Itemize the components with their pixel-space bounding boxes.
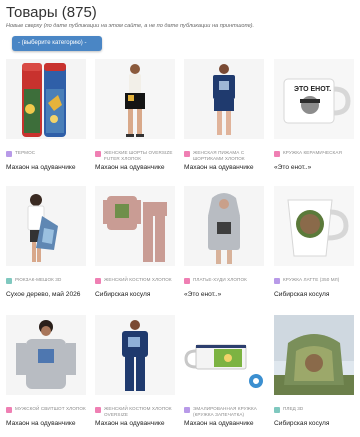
page-title: Товары (875): [6, 4, 97, 21]
product-tag: ПЛАТЬЕ-ХУДИ ХЛОПОК: [184, 277, 264, 290]
product-tag: ТЕРМОС: [6, 150, 86, 163]
category-icon: [95, 277, 101, 284]
product-tag: ЖЕНСКИЙ КОСТЮМ ХЛОПОК OVERSIZE: [95, 406, 175, 419]
latte-mug-image[interactable]: [274, 186, 354, 266]
product-card[interactable]: ЖЕНСКИЕ ШОРТЫ OVERSIZE FUTER ХЛОПОК Маха…: [95, 59, 175, 171]
product-name[interactable]: Махаон на одуванчике: [184, 420, 264, 427]
product-card[interactable]: ЭМАЛИРОВАННАЯ КРУЖКА (КРУЖКА ЗАПЕЧАТКА) …: [184, 315, 264, 427]
product-card[interactable]: МУЖСКОЙ СВИТШОТ ХЛОПОК Махаон на одуванч…: [6, 315, 86, 427]
sweatshirt-image[interactable]: [6, 315, 86, 395]
product-card[interactable]: КРУЖКА ЛАТТЕ (350 МЛ) Сибирская косуля: [274, 186, 354, 298]
product-card[interactable]: ПЛЕД 3D Сибирская косуля: [274, 315, 354, 427]
product-card[interactable]: ЖЕНСКИЙ КОСТЮМ ХЛОПОК OVERSIZE Махаон на…: [95, 315, 175, 427]
category-icon: [274, 150, 280, 157]
thermos-image[interactable]: [6, 59, 86, 139]
blanket-image[interactable]: [274, 315, 354, 395]
category-icon: [184, 406, 190, 413]
product-tag: КРУЖКА КЕРАМИЧЕСКАЯ: [274, 150, 354, 163]
product-name[interactable]: «Это енот..»: [274, 164, 354, 171]
enamel-mug-image[interactable]: [184, 315, 264, 395]
category-icon: [274, 406, 280, 413]
oversize-suit-image[interactable]: [95, 315, 175, 395]
product-name[interactable]: Махаон на одуванчике: [184, 164, 264, 171]
product-card[interactable]: ЖЕНСКАЯ ПИЖАМА С ШОРТИКАМИ ХЛОПОК Махаон…: [184, 59, 264, 171]
product-tag: КРУЖКА ЛАТТЕ (350 МЛ): [274, 277, 354, 290]
mug-image[interactable]: ЭТО ЕНОТ.: [274, 59, 354, 139]
product-tag: ЖЕНСКАЯ ПИЖАМА С ШОРТИКАМИ ХЛОПОК: [184, 150, 264, 163]
product-card[interactable]: ПЛАТЬЕ-ХУДИ ХЛОПОК «Это енот..»: [184, 186, 264, 298]
svg-text:ЭТО ЕНОТ.: ЭТО ЕНОТ.: [294, 86, 331, 93]
product-name[interactable]: Махаон на одуванчике: [6, 164, 86, 171]
category-icon: [274, 277, 280, 284]
product-card[interactable]: ЭТО ЕНОТ. КРУЖКА КЕРАМИЧЕСКАЯ «Это енот.…: [274, 59, 354, 171]
product-card[interactable]: РЮКЗАК-МЕШОК 3D Сухое дерево, май 2026: [6, 186, 86, 298]
product-name[interactable]: «Это енот..»: [184, 291, 264, 298]
category-icon: [184, 277, 190, 284]
hoodie-dress-image[interactable]: [184, 186, 264, 266]
product-name[interactable]: Махаон на одуванчике: [95, 420, 175, 427]
product-name[interactable]: Махаон на одуванчике: [95, 164, 175, 171]
product-tag: МУЖСКОЙ СВИТШОТ ХЛОПОК: [6, 406, 86, 419]
category-icon: [184, 150, 190, 157]
category-select[interactable]: - (выберите категорию) -: [12, 36, 102, 51]
category-icon: [6, 150, 12, 157]
pajama-image[interactable]: [184, 59, 264, 139]
product-name[interactable]: Махаон на одуванчике: [6, 420, 86, 427]
products-page: Товары (875) Новые сверху (по дате публи…: [0, 0, 360, 437]
product-tag: ЭМАЛИРОВАННАЯ КРУЖКА (КРУЖКА ЗАПЕЧАТКА): [184, 406, 264, 419]
category-icon: [6, 277, 12, 284]
category-icon: [95, 150, 101, 157]
product-name[interactable]: Сибирская косуля: [274, 420, 354, 427]
product-card[interactable]: ЖЕНСКИЙ КОСТЮМ ХЛОПОК Сибирская косуля: [95, 186, 175, 298]
product-tag: ПЛЕД 3D: [274, 406, 354, 419]
product-tag: РЮКЗАК-МЕШОК 3D: [6, 277, 86, 290]
product-name[interactable]: Сибирская косуля: [274, 291, 354, 298]
category-select-label: - (выберите категорию) -: [18, 40, 87, 46]
product-name[interactable]: Сибирская косуля: [95, 291, 175, 298]
suit-image[interactable]: [95, 186, 175, 266]
product-card[interactable]: ТЕРМОС Махаон на одуванчике: [6, 59, 86, 171]
product-tag: ЖЕНСКИЕ ШОРТЫ OVERSIZE FUTER ХЛОПОК: [95, 150, 175, 163]
product-name[interactable]: Сухое дерево, май 2026: [6, 291, 86, 298]
sort-note: Новые сверху (по дате публикации на этом…: [6, 23, 255, 29]
product-tag: ЖЕНСКИЙ КОСТЮМ ХЛОПОК: [95, 277, 175, 290]
category-icon: [6, 406, 12, 413]
category-icon: [95, 406, 101, 413]
backpack-image[interactable]: [6, 186, 86, 266]
shorts-image[interactable]: [95, 59, 175, 139]
